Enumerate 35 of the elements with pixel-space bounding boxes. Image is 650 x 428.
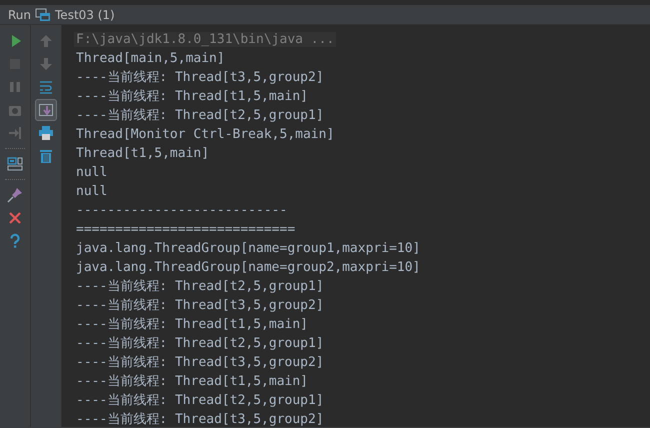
console-output-line: null [76, 184, 108, 199]
pin-icon [7, 187, 23, 203]
console-output-line: ----当前线程: Thread[t3,5,group2] [76, 298, 324, 313]
scroll-to-end-icon [38, 102, 54, 118]
print-icon [38, 125, 54, 141]
wrap-icon [38, 79, 54, 95]
down-arrow-icon [38, 56, 54, 72]
exit-icon [7, 125, 23, 141]
console-output-line: ----当前线程: Thread[t2,5,group1] [76, 108, 324, 123]
console-output-line: ----当前线程: Thread[t3,5,group2] [76, 412, 324, 427]
console-output-line: ----当前线程: Thread[t1,5,main] [76, 374, 308, 389]
console-output-line: ----当前线程: Thread[t3,5,group2] [76, 70, 324, 85]
close-icon [7, 210, 23, 226]
console-output-line: ----当前线程: Thread[t1,5,main] [76, 317, 308, 332]
pause-icon [7, 79, 23, 95]
console-output-line: null [76, 165, 108, 180]
console-output-line: ----当前线程: Thread[t2,5,group1] [76, 393, 324, 408]
tool-window-label: Run [7, 6, 32, 24]
console-tab-icon [35, 8, 52, 22]
console-output-line: ----当前线程: Thread[t3,5,group2] [76, 355, 324, 370]
layout-icon [7, 156, 23, 172]
scroll-to-end-button[interactable] [35, 99, 57, 121]
console-output-line: Thread[Monitor Ctrl-Break,5,main] [76, 127, 334, 142]
console-output-line: ============================ [76, 222, 296, 237]
run-tab[interactable]: Test03 (1) [55, 6, 115, 24]
console-output-line: ----当前线程: Thread[t1,5,main] [76, 89, 308, 104]
console-output-line: --------------------------- [76, 203, 288, 218]
console-output-line: ----当前线程: Thread[t2,5,group1] [76, 279, 324, 294]
console-output-line: Thread[main,5,main] [76, 51, 225, 66]
console-output-line: java.lang.ThreadGroup[name=group2,maxpri=10] [76, 260, 420, 275]
console-output-line: Thread[t1,5,main] [76, 146, 210, 161]
console-output-line: ----当前线程: Thread[t2,5,group1] [76, 336, 324, 351]
console-output-line: java.lang.ThreadGroup[name=group1,maxpri=10] [76, 241, 420, 256]
up-arrow-icon [38, 33, 54, 49]
trash-icon [38, 148, 54, 164]
